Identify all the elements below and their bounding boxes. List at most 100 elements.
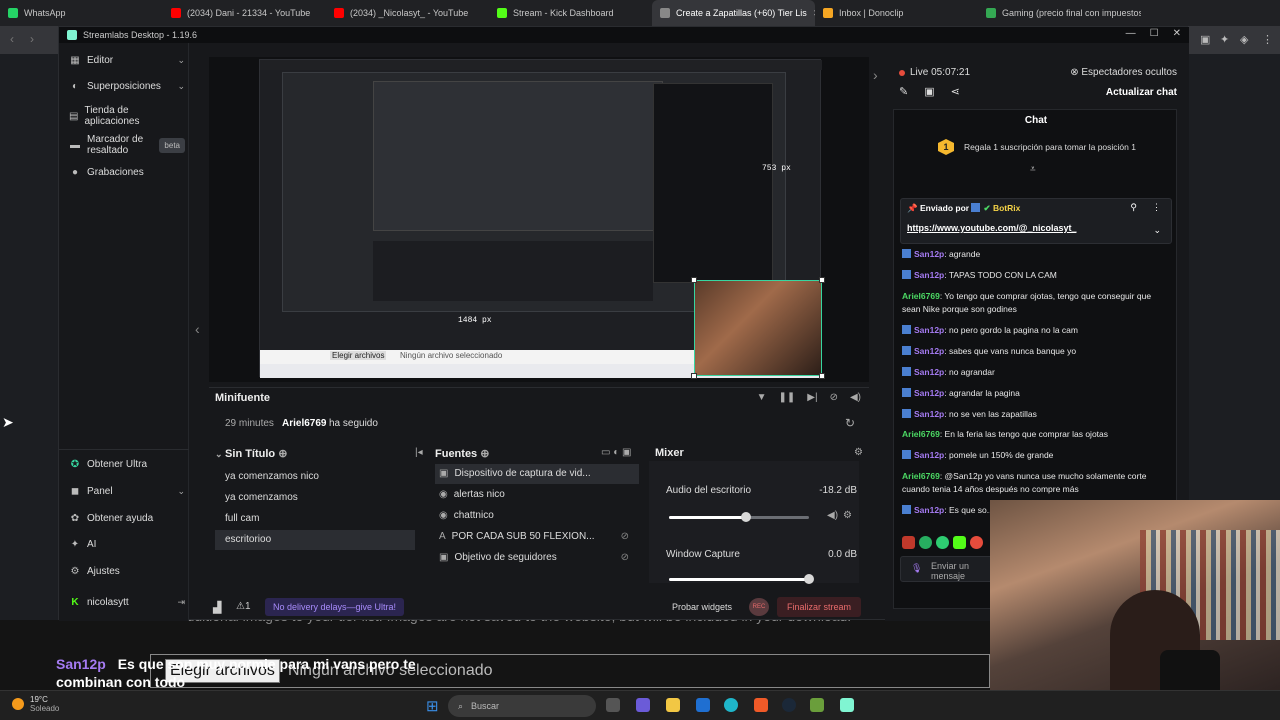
sidebar-item-superposiciones[interactable]: ◐ Superposiciones ⌄	[69, 81, 185, 92]
menu-icon[interactable]: ⋮	[1262, 33, 1273, 46]
add-scene-icon[interactable]: ⊕	[278, 448, 287, 460]
webcam-source-selected[interactable]	[694, 280, 822, 376]
sidebar-item-ayuda[interactable]: ✿ Obtener ayuda	[69, 513, 185, 524]
edit-icon[interactable]: ✎	[899, 85, 908, 98]
collapse-icon[interactable]: ⩡	[1030, 164, 1036, 175]
resize-handle[interactable]	[819, 373, 825, 379]
chat-username[interactable]: San12p	[914, 409, 944, 419]
collapse-left-icon[interactable]: ‹	[195, 321, 200, 337]
volume-slider[interactable]	[669, 574, 814, 584]
task-view-icon[interactable]	[606, 698, 620, 712]
steam-icon[interactable]	[782, 698, 796, 712]
store-icon[interactable]	[696, 698, 710, 712]
pinned-link[interactable]: https://www.youtube.com/@_nicolasyt_	[907, 223, 1076, 233]
source-item[interactable]: ▣ Objetivo de seguidores ⊘	[435, 548, 639, 568]
browser-tab[interactable]: Create a Zapatillas (+60) Tier Lis✕	[652, 0, 815, 26]
stream-preview[interactable]: Elegir archivos Ningún archivo seleccion…	[195, 57, 878, 382]
alert-icon[interactable]: ⚠1	[236, 601, 251, 612]
chat-input[interactable]: 🎙 Enviar un mensaje	[900, 556, 998, 582]
stats-icon[interactable]: ▟	[213, 601, 221, 614]
browser-tab[interactable]: Stream - Kick Dashboard	[489, 0, 652, 26]
file-explorer-icon[interactable]	[666, 698, 680, 712]
mic-icon[interactable]: 🎙	[911, 563, 922, 573]
sidebar-item-panel[interactable]: ◼ Panel ⌄	[69, 486, 185, 497]
chat-username[interactable]: Ariel6769	[902, 429, 940, 439]
chat-username[interactable]: San12p	[914, 505, 944, 515]
app-icon[interactable]	[810, 698, 824, 712]
sidebar-user[interactable]: Knicolasytt ⇥	[69, 597, 185, 608]
volume-icon[interactable]: ◀)	[850, 392, 861, 403]
pause-icon[interactable]: ❚❚	[779, 392, 796, 403]
chat-username[interactable]: San12p	[914, 450, 944, 460]
sidebar-item-marcador[interactable]: ▬ Marcador de resaltado beta	[69, 134, 185, 156]
channel-settings-icon[interactable]: ⚙	[843, 510, 852, 521]
chat-username[interactable]: Ariel6769	[902, 471, 940, 481]
browser-tab[interactable]: (2034) _Nicolasyt_ - YouTube	[326, 0, 489, 26]
browser-tab[interactable]: Gaming (precio final con impuestos)	[978, 0, 1141, 26]
chat-username[interactable]: San12p	[914, 325, 944, 335]
chat-username[interactable]: Ariel6769	[902, 291, 940, 301]
emote-icon[interactable]	[953, 536, 966, 549]
add-source-icon[interactable]: ⊕	[480, 448, 489, 460]
chat-username[interactable]: San12p	[914, 249, 944, 259]
back-icon[interactable]: ‹	[10, 32, 14, 46]
browser-tab[interactable]: Inbox | Donoclip	[815, 0, 978, 26]
teams-icon[interactable]	[636, 698, 650, 712]
source-item[interactable]: ◉ chattnico	[435, 506, 639, 526]
replay-icon[interactable]: ↻	[845, 416, 855, 430]
streamlabs-taskbar-icon[interactable]	[840, 698, 854, 712]
update-chat-button[interactable]: Actualizar chat	[1106, 87, 1177, 98]
chat-username[interactable]: San12p	[914, 270, 944, 280]
collapse-right-icon[interactable]: ›	[873, 67, 878, 83]
emote-icon[interactable]	[919, 536, 932, 549]
resize-handle[interactable]	[819, 277, 825, 283]
viewers-hidden[interactable]: ⊗ Espectadores ocultos	[1070, 67, 1177, 78]
mute-alerts-icon[interactable]: ⊘	[830, 392, 838, 403]
emote-icon[interactable]	[902, 536, 915, 549]
scene-item-selected[interactable]: escritorioo	[215, 530, 415, 550]
extension-icon[interactable]: ▣	[1200, 33, 1210, 46]
scene-transition-icon[interactable]: |◂	[415, 447, 423, 458]
volume-icon[interactable]: ◀)	[827, 510, 838, 521]
shield-icon[interactable]: ◈	[1240, 33, 1248, 46]
source-item[interactable]: A POR CADA SUB 50 FLEXION... ⊘	[435, 527, 639, 547]
resize-handle[interactable]	[691, 277, 697, 283]
sidebar-item-ai[interactable]: ✦ AI	[69, 539, 185, 550]
unpin-icon[interactable]: ⚲	[1130, 202, 1137, 213]
emote-icon[interactable]	[970, 536, 983, 549]
source-tools-icon[interactable]: ▭ ◐ ▣	[601, 447, 632, 458]
close-icon[interactable]: ✕	[1173, 28, 1181, 39]
windows-start-icon[interactable]: ⊞	[426, 697, 439, 715]
sidebar-item-tienda[interactable]: ▤ Tienda de aplicaciones	[69, 105, 147, 127]
save-icon[interactable]: ▣	[924, 85, 934, 98]
chat-username[interactable]: San12p	[914, 388, 944, 398]
source-item[interactable]: ▣ Dispositivo de captura de vid...	[435, 464, 639, 484]
scene-item[interactable]: ya comenzamos nico	[215, 467, 415, 487]
skip-icon[interactable]: ▶|	[807, 392, 817, 403]
sidebar-item-ajustes[interactable]: ⚙ Ajustes	[69, 566, 185, 577]
sidebar-item-editor[interactable]: ▦ Editor ⌄	[69, 55, 185, 66]
emote-icon[interactable]	[936, 536, 949, 549]
volume-slider[interactable]	[669, 512, 809, 522]
weather-widget[interactable]: 19°C Soleado	[12, 695, 59, 713]
scene-item[interactable]: ya comenzamos	[215, 488, 415, 508]
chat-username[interactable]: San12p	[914, 346, 944, 356]
taskbar-search[interactable]: ⌕ Buscar	[448, 695, 596, 717]
logout-icon[interactable]: ⇥	[177, 597, 185, 608]
filter-icon[interactable]: ▼	[757, 392, 767, 403]
edge-icon[interactable]	[724, 698, 738, 712]
rec-button[interactable]: REC	[749, 598, 769, 616]
ultra-banner[interactable]: No delivery delays—give Ultra!	[265, 598, 405, 616]
chat-username[interactable]: San12p	[914, 367, 944, 377]
maximize-icon[interactable]: ☐	[1150, 28, 1159, 39]
expand-icon[interactable]: ⌄	[1153, 225, 1161, 236]
minimize-icon[interactable]: —	[1126, 28, 1136, 39]
browser-tab[interactable]: WhatsApp	[0, 0, 163, 26]
source-item[interactable]: ◉ alertas nico	[435, 485, 639, 505]
end-stream-button[interactable]: Finalizar stream	[777, 597, 862, 617]
probar-widgets-button[interactable]: Probar widgets	[672, 602, 732, 612]
sidebar-item-ultra[interactable]: ✪ Obtener Ultra	[69, 459, 185, 470]
scene-item[interactable]: full cam	[215, 509, 415, 529]
resize-handle[interactable]	[691, 373, 697, 379]
browser-tab[interactable]: (2034) Dani - 21334 - YouTube	[163, 0, 326, 26]
